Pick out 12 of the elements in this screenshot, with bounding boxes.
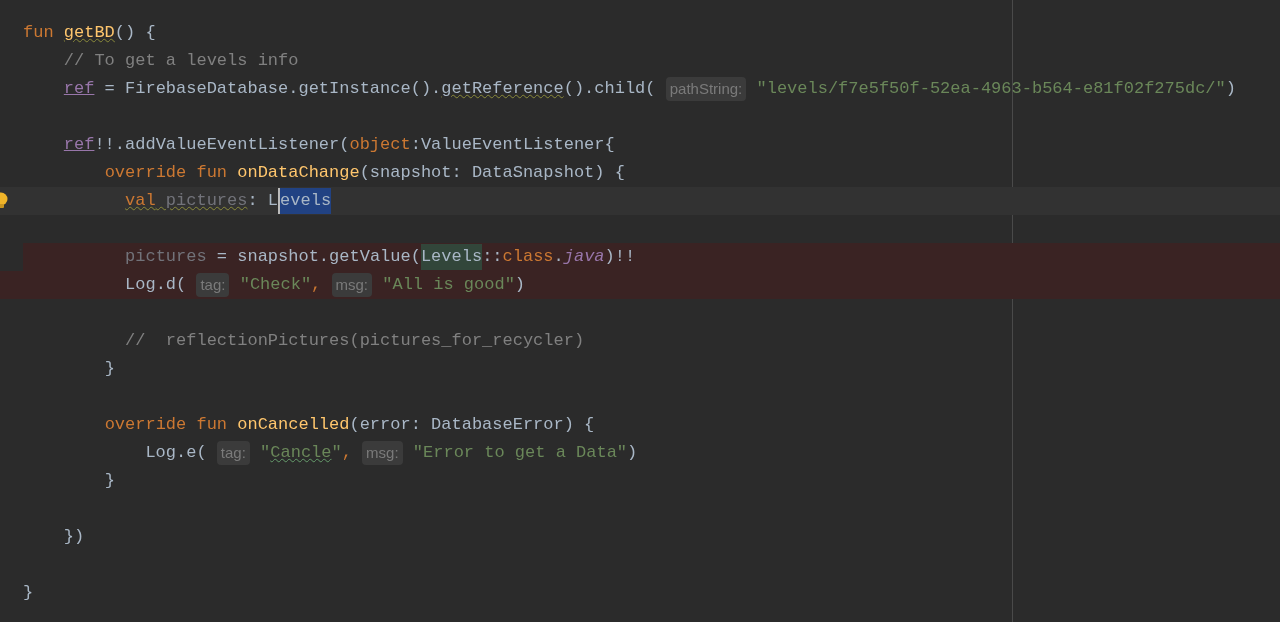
code-line: // To get a levels info [62, 50, 300, 73]
code-line: override fun onCancelled(error: DatabaseError) { [103, 414, 596, 437]
code-line: ref = FirebaseDatabase.getInstance().getReference().child( pathString: "levels/f7e5f50f-52ea-4963-b564-e81f02f275dc/") [0, 75, 1280, 103]
code-line: fun getBD() { [22, 22, 157, 45]
code-line: Log.e( tag: "Cancle", msg: "Error to get a Data") [0, 439, 1280, 467]
code-line: } [103, 358, 116, 381]
code-line: }) [62, 526, 86, 549]
code-line: override fun onDataChange(snapshot: DataSnapshot) { [103, 162, 626, 185]
code-line: } [103, 470, 116, 493]
code-line: // reflectionPictures(pictures_for_recycler) [124, 330, 586, 353]
code-line: ref!!.addValueEventListener(object:ValueEventListener{ [62, 134, 616, 157]
code-line: } [22, 582, 35, 605]
